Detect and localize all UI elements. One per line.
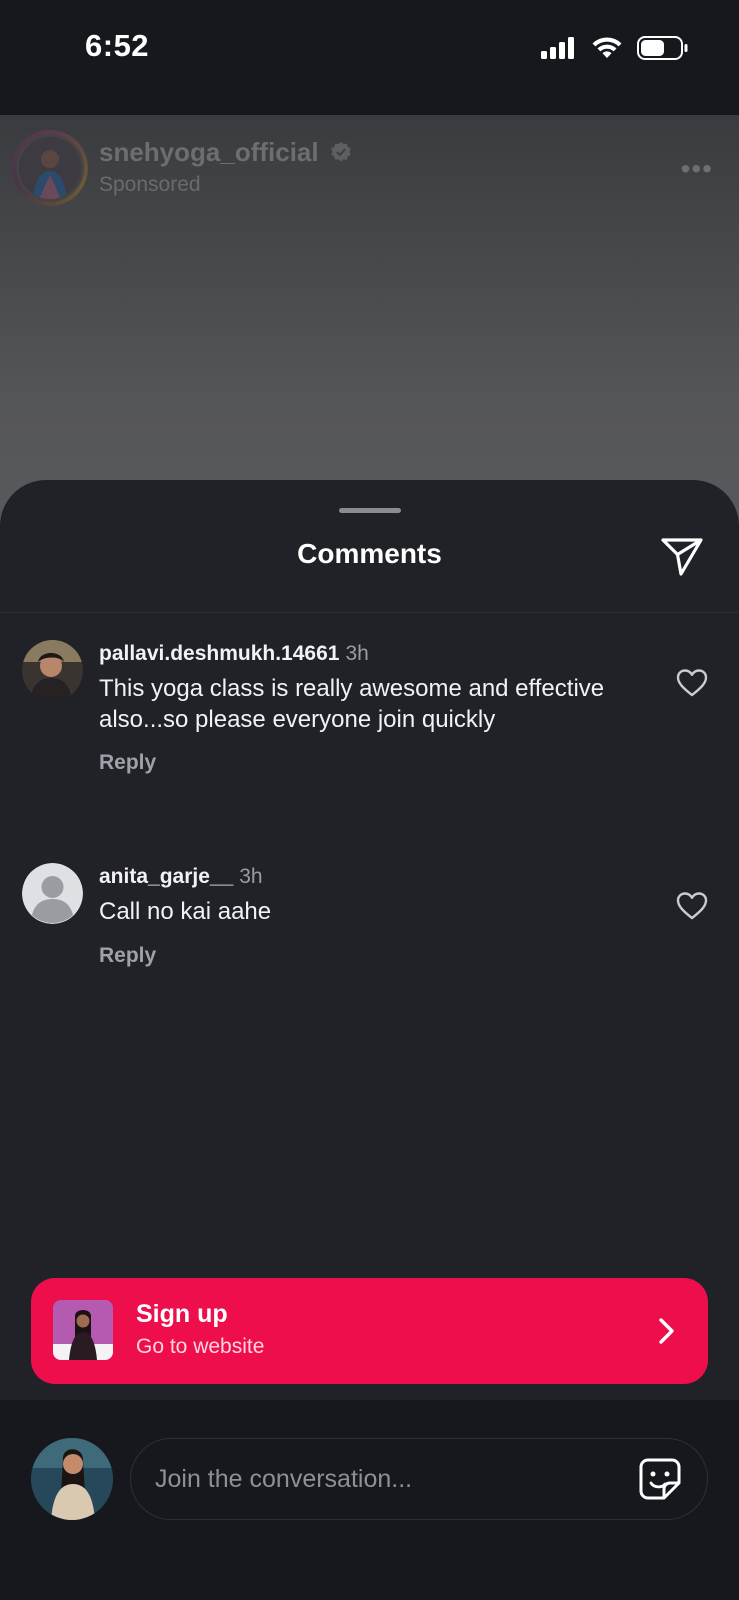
comment-item: anita_garje__ 3h Call no kai aahe Reply xyxy=(22,863,709,973)
comment-text: Call no kai aahe xyxy=(99,898,272,925)
comment-input[interactable] xyxy=(130,1438,708,1520)
share-icon[interactable] xyxy=(659,532,705,578)
comment-time: 3h xyxy=(239,865,263,888)
comment-meta: pallavi.deshmukh.14661 3h xyxy=(99,640,639,668)
sheet-title: Comments xyxy=(297,538,442,569)
cta-subtitle: Go to website xyxy=(136,1335,265,1358)
sign-up-cta-button[interactable]: Sign up Go to website xyxy=(31,1278,708,1384)
post-author-avatar[interactable] xyxy=(12,130,88,206)
comment-item: pallavi.deshmukh.14661 3h This yoga class… xyxy=(22,640,709,805)
sheet-divider xyxy=(0,612,739,613)
signal-icon xyxy=(541,37,574,59)
comment-meta: anita_garje__ 3h xyxy=(99,863,639,891)
commenter-avatar[interactable] xyxy=(22,863,83,924)
chevron-right-icon xyxy=(659,1318,674,1344)
sticker-icon[interactable] xyxy=(638,1457,682,1501)
cta-title: Sign up xyxy=(136,1300,228,1328)
verified-icon xyxy=(331,141,351,162)
reply-button[interactable]: Reply xyxy=(99,751,639,775)
comment-body: anita_garje__ 3h Call no kai aahe Reply xyxy=(99,863,639,968)
cta-thumbnail xyxy=(53,1300,113,1360)
more-icon[interactable]: ••• xyxy=(681,153,713,185)
reply-button[interactable]: Reply xyxy=(99,944,639,968)
comment-composer xyxy=(0,1400,739,1600)
comment-time: 3h xyxy=(345,642,369,665)
sheet-grabber[interactable] xyxy=(339,508,401,513)
heart-icon[interactable] xyxy=(675,889,709,923)
status-time: 6:52 xyxy=(85,28,150,63)
sponsored-label: Sponsored xyxy=(99,173,201,196)
comment-username[interactable]: pallavi.deshmukh.14661 xyxy=(99,642,339,665)
commenter-avatar[interactable] xyxy=(22,640,83,701)
status-bar: 6:52 xyxy=(0,0,739,115)
status-icons xyxy=(541,36,689,60)
my-avatar[interactable] xyxy=(31,1438,113,1520)
wifi-icon xyxy=(592,37,622,58)
comment-body: pallavi.deshmukh.14661 3h This yoga class… xyxy=(99,640,639,775)
battery-icon xyxy=(637,36,688,60)
heart-icon[interactable] xyxy=(675,666,709,700)
post-author-username[interactable]: snehyoga_official xyxy=(99,137,352,168)
comment-text: This yoga class is really awesome and ef… xyxy=(99,675,605,733)
comment-username[interactable]: anita_garje__ xyxy=(99,865,233,888)
